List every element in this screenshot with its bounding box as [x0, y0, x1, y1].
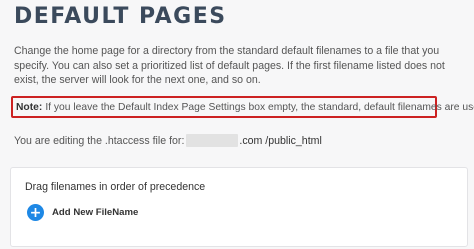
redacted-domain	[186, 134, 239, 147]
domain-suffix: .com /public_html	[239, 134, 322, 147]
note-box: Note: If you leave the Default Index Pag…	[11, 96, 474, 118]
note-label: Note:	[16, 101, 43, 113]
panel-heading: Drag filenames in order of precedence	[25, 181, 206, 193]
default-files-panel: Drag filenames in order of precedence + …	[10, 167, 468, 247]
plus-icon[interactable]: +	[27, 204, 44, 221]
page-description: Change the home page for a directory fro…	[14, 45, 445, 86]
page-title: DEFAULT PAGES	[14, 4, 227, 29]
add-new-filename-button[interactable]: + Add New FileName	[27, 204, 138, 221]
add-new-filename-label[interactable]: Add New FileName	[52, 207, 138, 218]
note-text: If you leave the Default Index Page Sett…	[45, 101, 474, 113]
editing-prefix: You are editing the .htaccess file for:	[14, 134, 185, 147]
editing-line: You are editing the .htaccess file for: …	[14, 134, 322, 147]
